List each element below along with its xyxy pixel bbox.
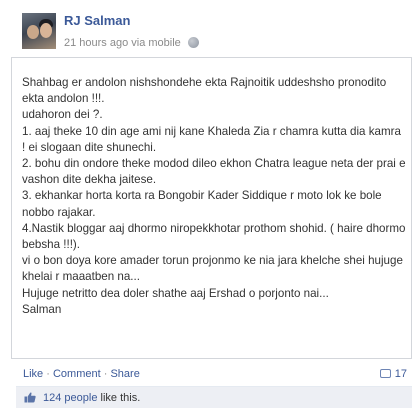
post-meta: 21 hours ago via mobile: [64, 36, 199, 50]
comment-count-value: 17: [394, 368, 407, 380]
likes-bar: 124 people like this.: [16, 386, 412, 408]
author-name-link[interactable]: RJ Salman: [64, 13, 130, 28]
comment-bubble-icon: [379, 368, 391, 378]
action-separator: ·: [103, 368, 108, 380]
post-actions: Like · Comment · Share: [23, 368, 140, 380]
post-header: RJ Salman 21 hours ago via mobile: [0, 0, 418, 54]
likes-suffix: like this.: [97, 392, 141, 404]
timestamp-link[interactable]: 21 hours ago: [64, 37, 128, 49]
avatar-photo-shape: [40, 23, 52, 38]
post-text: Shahbag er andolon nishshondehe ekta Raj…: [22, 76, 406, 316]
share-button[interactable]: Share: [110, 368, 139, 380]
likes-summary: 124 people like this.: [43, 392, 140, 404]
action-separator: ·: [46, 368, 50, 380]
comment-count[interactable]: 17: [379, 368, 407, 380]
avatar-photo-shape: [27, 25, 39, 39]
comment-button[interactable]: Comment: [53, 368, 101, 380]
avatar[interactable]: [22, 13, 56, 49]
likers-link[interactable]: 124 people: [43, 392, 97, 404]
post-body-box: Shahbag er andolon nishshondehe ekta Raj…: [11, 57, 412, 359]
like-button[interactable]: Like: [23, 368, 43, 380]
thumbs-up-icon: [24, 392, 36, 403]
globe-icon[interactable]: [187, 36, 199, 48]
via-text: via mobile: [131, 37, 181, 50]
